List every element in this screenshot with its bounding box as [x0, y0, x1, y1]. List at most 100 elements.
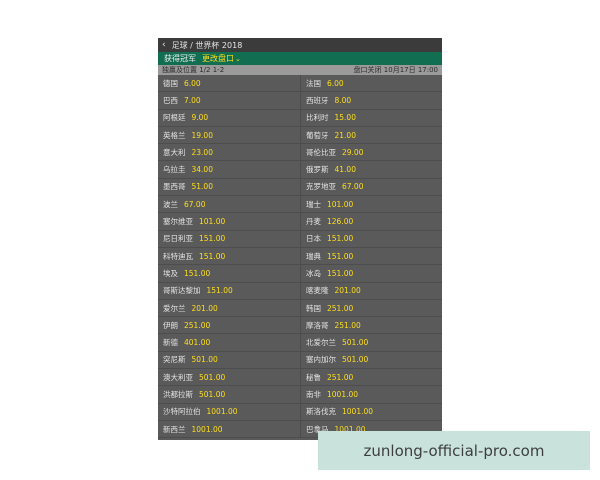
selection-cell[interactable]: 瑞士 101.00: [300, 196, 442, 213]
selection-cell[interactable]: 科特迪瓦 151.00: [158, 248, 300, 264]
selection-cell[interactable]: 爱尔兰 201.00: [158, 300, 300, 316]
selection-cell[interactable]: 墨西哥 51.00: [158, 179, 300, 195]
odds-value: 15.00: [334, 113, 356, 123]
selection-cell[interactable]: 阿根廷 9.00: [158, 110, 300, 126]
selection-cell[interactable]: 洪都拉斯 501.00: [158, 386, 300, 402]
selection-cell[interactable]: 新德 401.00: [158, 334, 300, 350]
odds-row: 乌拉圭 34.00 俄罗斯 41.00: [158, 161, 442, 179]
selection-cell[interactable]: 比利时 15.00: [300, 109, 442, 126]
odds-value: 23.00: [191, 147, 213, 157]
team-name: 尼日利亚: [163, 234, 193, 244]
odds-value: 21.00: [334, 130, 356, 140]
odds-value: 251.00: [334, 320, 361, 330]
odds-value: 67.00: [342, 182, 364, 192]
change-market-label: 更改盘口: [202, 54, 234, 63]
odds-value: 101.00: [327, 199, 354, 209]
odds-value: 201.00: [334, 286, 361, 296]
selection-cell[interactable]: 伊朗 251.00: [158, 317, 300, 333]
odds-value: 251.00: [184, 320, 211, 330]
selection-cell[interactable]: 北爱尔兰 501.00: [300, 334, 442, 351]
team-name: 塞尔维亚: [163, 217, 193, 227]
team-name: 科特迪瓦: [163, 251, 193, 261]
selection-cell[interactable]: 南非 1001.00: [300, 386, 442, 403]
odds-grid: 德国 6.00 法国 6.00 巴西 7.00 西班牙 8.00 阿根廷 9.00 比利时 15.00…: [158, 75, 442, 439]
selection-cell[interactable]: 乌拉圭 34.00: [158, 161, 300, 177]
odds-value: 41.00: [334, 165, 356, 175]
team-name: 墨西哥: [163, 182, 186, 192]
team-name: 波兰: [163, 199, 178, 209]
watermark: zunlong-official-pro.com: [318, 431, 590, 470]
selection-cell[interactable]: 塞尔维亚 101.00: [158, 213, 300, 229]
selection-cell[interactable]: 秘鲁 251.00: [300, 369, 442, 386]
selection-cell[interactable]: 沙特阿拉伯 1001.00: [158, 404, 300, 420]
selection-cell[interactable]: 瑞典 151.00: [300, 247, 442, 265]
odds-value: 251.00: [327, 303, 354, 313]
odds-value: 7.00: [184, 95, 201, 105]
odds-value: 401.00: [184, 338, 211, 348]
selection-cell[interactable]: 摩洛哥 251.00: [300, 317, 442, 334]
selection-cell[interactable]: 突尼斯 501.00: [158, 352, 300, 368]
team-name: 德国: [163, 78, 178, 88]
info-bar: 独赢及位置 1/2 1-2 盘口关闭 10月17日 17:00: [158, 65, 442, 75]
selection-cell[interactable]: 西班牙 8.00: [300, 92, 442, 109]
selection-cell[interactable]: 塞内加尔 501.00: [300, 351, 442, 369]
selection-cell[interactable]: 丹麦 126.00: [300, 213, 442, 230]
market-title: 获得冠军: [164, 54, 196, 63]
selection-cell[interactable]: 巴西 7.00: [158, 92, 300, 108]
odds-value: 1001.00: [327, 389, 359, 399]
team-name: 哥伦比亚: [306, 147, 336, 157]
odds-value: 151.00: [184, 268, 211, 278]
chevron-left-icon[interactable]: ‹: [162, 40, 166, 50]
selection-cell[interactable]: 韩国 251.00: [300, 299, 442, 317]
selection-cell[interactable]: 波兰 67.00: [158, 196, 300, 212]
selection-cell[interactable]: 法国 6.00: [300, 75, 442, 92]
team-name: 澳大利亚: [163, 372, 193, 382]
selection-cell[interactable]: 喀麦隆 201.00: [300, 282, 442, 299]
odds-value: 101.00: [199, 217, 226, 227]
odds-value: 501.00: [342, 355, 369, 365]
team-name: 葡萄牙: [306, 130, 329, 140]
selection-cell[interactable]: 斯洛伐克 1001.00: [300, 403, 442, 420]
team-name: 克罗地亚: [306, 182, 336, 192]
team-name: 北爱尔兰: [306, 338, 336, 348]
odds-row: 巴西 7.00 西班牙 8.00: [158, 92, 442, 110]
change-market-button[interactable]: 更改盘口⌄: [202, 53, 241, 64]
odds-row: 墨西哥 51.00 克罗地亚 67.00: [158, 178, 442, 197]
market-type: 独赢及位置 1/2 1-2: [162, 66, 225, 74]
selection-cell[interactable]: 埃及 151.00: [158, 265, 300, 281]
team-name: 瑞士: [306, 199, 321, 209]
selection-cell[interactable]: 哥斯达黎加 151.00: [158, 283, 300, 299]
selection-cell[interactable]: 德国 6.00: [158, 75, 300, 91]
team-name: 意大利: [163, 147, 186, 157]
selection-cell[interactable]: 澳大利亚 501.00: [158, 369, 300, 385]
team-name: 冰岛: [306, 268, 321, 278]
selection-cell[interactable]: 意大利 23.00: [158, 144, 300, 160]
odds-value: 501.00: [191, 355, 218, 365]
team-name: 比利时: [306, 113, 329, 123]
odds-row: 哥斯达黎加 151.00 喀麦隆 201.00: [158, 282, 442, 300]
team-name: 英格兰: [163, 130, 186, 140]
odds-value: 501.00: [199, 372, 226, 382]
selection-cell[interactable]: 日本 151.00: [300, 230, 442, 247]
selection-cell[interactable]: 尼日利亚 151.00: [158, 231, 300, 247]
selection-cell[interactable]: 新西兰 1001.00: [158, 421, 300, 437]
odds-row: 埃及 151.00 冰岛 151.00: [158, 265, 442, 283]
odds-value: 6.00: [184, 78, 201, 88]
team-name: 俄罗斯: [306, 165, 329, 175]
selection-cell[interactable]: 俄罗斯 41.00: [300, 161, 442, 178]
team-name: 塞内加尔: [306, 355, 336, 365]
odds-row: 新德 401.00 北爱尔兰 501.00: [158, 334, 442, 352]
odds-row: 洪都拉斯 501.00 南非 1001.00: [158, 386, 442, 404]
odds-value: 34.00: [191, 165, 213, 175]
odds-value: 151.00: [327, 234, 354, 244]
market-bar: 获得冠军 更改盘口⌄: [158, 52, 442, 65]
selection-cell[interactable]: 英格兰 19.00: [158, 127, 300, 143]
selection-cell[interactable]: 哥伦比亚 29.00: [300, 144, 442, 161]
odds-value: 67.00: [184, 199, 206, 209]
odds-value: 1001.00: [191, 424, 223, 434]
selection-cell[interactable]: 克罗地亚 67.00: [300, 178, 442, 196]
breadcrumb: 足球 / 世界杯 2018: [171, 40, 243, 50]
top-bar: ‹ 足球 / 世界杯 2018: [158, 38, 442, 52]
selection-cell[interactable]: 冰岛 151.00: [300, 265, 442, 282]
selection-cell[interactable]: 葡萄牙 21.00: [300, 126, 442, 144]
